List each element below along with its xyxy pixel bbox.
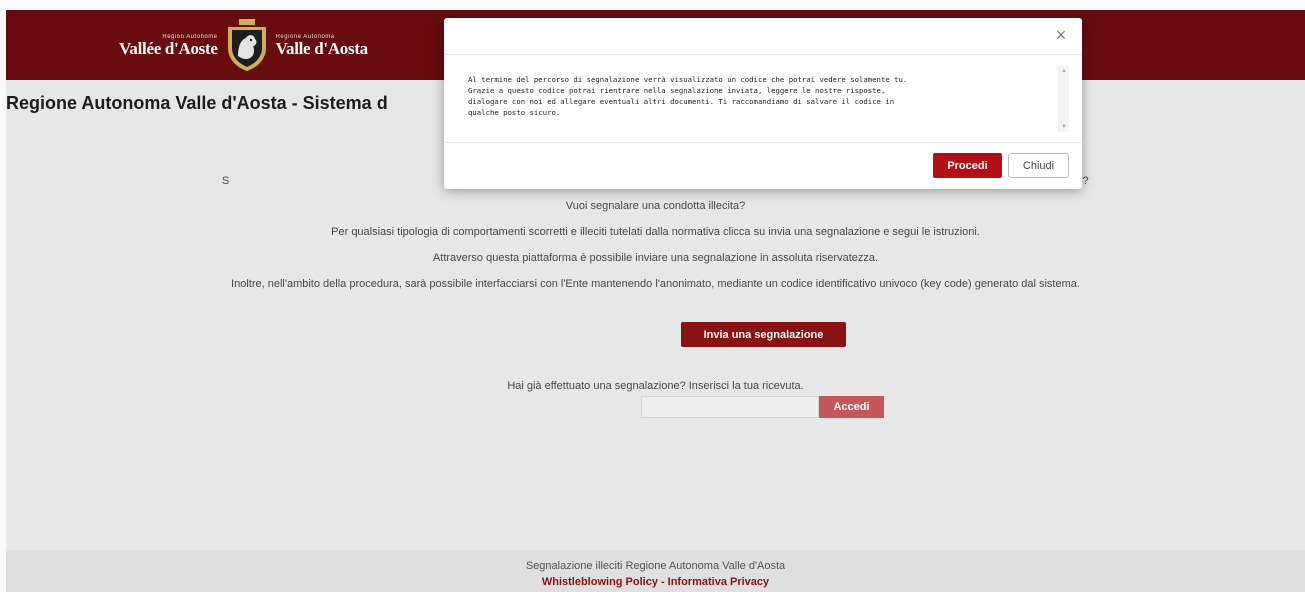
close-icon[interactable]: × [1052, 26, 1070, 44]
modal-footer-divider [444, 142, 1082, 143]
scroll-down-icon[interactable]: ▼ [1061, 124, 1067, 130]
close-button[interactable]: Chiudi [1008, 153, 1069, 178]
proceed-button[interactable]: Procedi [933, 153, 1002, 178]
modal-header-divider [444, 54, 1082, 55]
modal-message: Al termine del percorso di segnalazione … [468, 75, 908, 117]
info-modal: × Al termine del percorso di segnalazion… [444, 18, 1082, 189]
modal-scrollbar[interactable]: ▲ ▼ [1058, 66, 1069, 132]
scroll-up-icon[interactable]: ▲ [1061, 68, 1067, 74]
